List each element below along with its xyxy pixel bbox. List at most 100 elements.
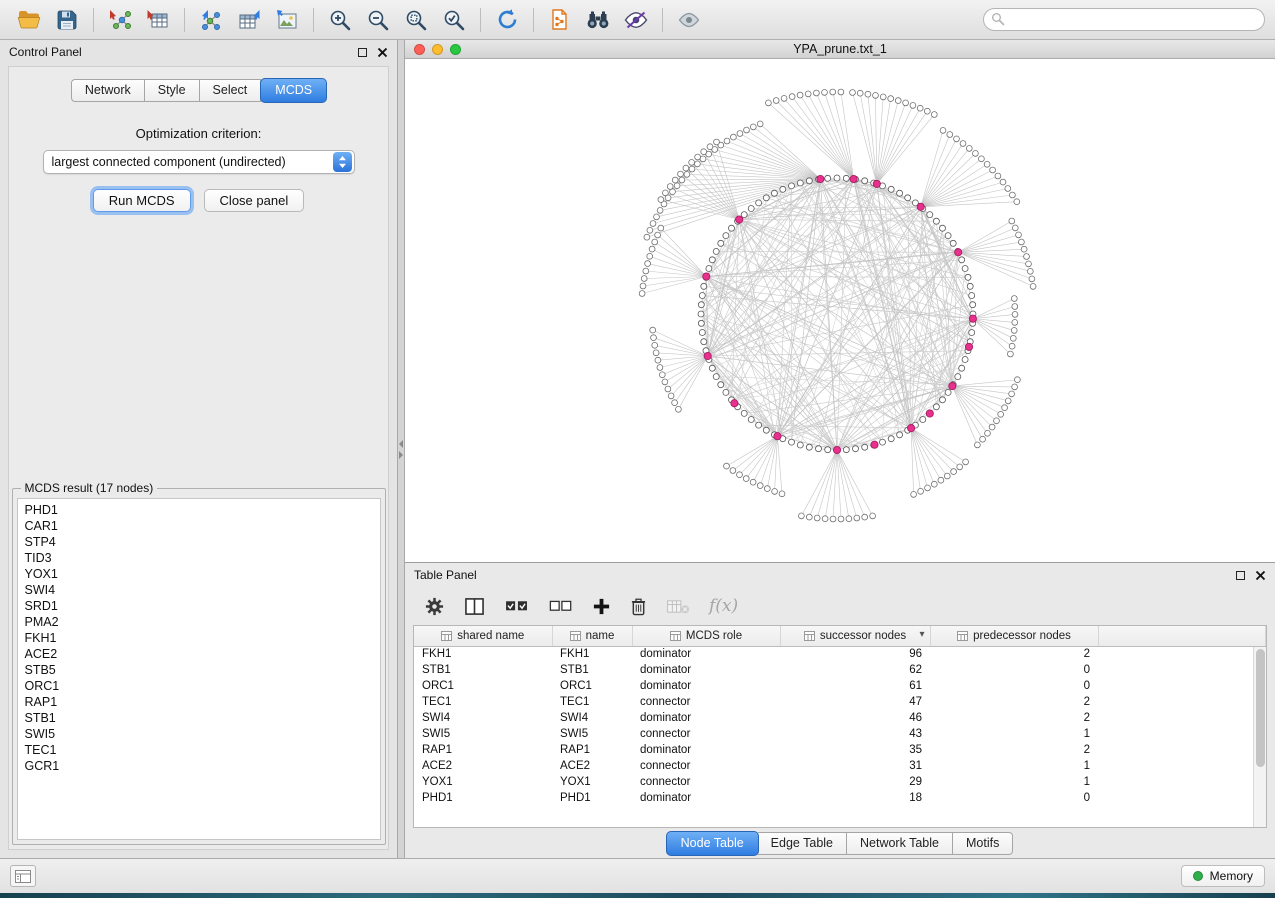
import-table-icon[interactable] (139, 4, 177, 36)
zoom-in-icon[interactable] (321, 4, 359, 36)
criterion-dropdown[interactable]: largest connected component (undirected) (43, 150, 355, 174)
delete-table-icon[interactable] (666, 598, 690, 615)
show-panels-icon[interactable] (10, 865, 36, 887)
expand-right-icon[interactable] (399, 451, 403, 459)
window-maximize-icon[interactable] (450, 44, 461, 55)
column-header-predecessor-nodes[interactable]: predecessor nodes (930, 626, 1098, 646)
column-header-shared-name[interactable]: shared name (414, 626, 552, 646)
hide-elements-icon[interactable] (617, 4, 655, 36)
right-column: YPA_prune.txt_1 Table Panel (405, 40, 1275, 858)
collapse-left-icon[interactable] (399, 440, 403, 448)
mcds-result-item[interactable]: SRD1 (18, 598, 380, 614)
save-icon[interactable] (48, 4, 86, 36)
mcds-result-item[interactable]: STB1 (18, 710, 380, 726)
table-column-icon (804, 631, 815, 641)
import-network-icon[interactable] (101, 4, 139, 36)
mcds-result-item[interactable]: ORC1 (18, 678, 380, 694)
column-header-MCDS-role[interactable]: MCDS role (632, 626, 780, 646)
table-row[interactable]: YOX1YOX1connector291 (414, 774, 1266, 790)
mcds-result-item[interactable]: GCR1 (18, 758, 380, 774)
zoom-out-icon[interactable] (359, 4, 397, 36)
table-row[interactable]: PHD1PHD1dominator180 (414, 790, 1266, 806)
table-row[interactable]: SWI5SWI5connector431 (414, 726, 1266, 742)
panel-splitter[interactable] (398, 40, 405, 858)
table-row[interactable]: FKH1FKH1dominator962 (414, 646, 1266, 662)
tab-style[interactable]: Style (145, 79, 200, 102)
table-tab-network-table[interactable]: Network Table (847, 832, 953, 855)
mcds-result-item[interactable]: SWI4 (18, 582, 380, 598)
table-column-icon (957, 631, 968, 641)
export-image-icon[interactable] (268, 4, 306, 36)
add-column-icon[interactable] (592, 597, 611, 616)
main-area: Control Panel NetworkStyleSelectMCDS Opt… (0, 40, 1275, 858)
tab-select[interactable]: Select (200, 79, 262, 102)
mcds-result-item[interactable]: TID3 (18, 550, 380, 566)
mcds-result-item[interactable]: TEC1 (18, 742, 380, 758)
window-close-icon[interactable] (414, 44, 425, 55)
zoom-fit-icon[interactable] (397, 4, 435, 36)
table-scrollbar-thumb[interactable] (1256, 649, 1265, 767)
mcds-result-item[interactable]: ACE2 (18, 646, 380, 662)
control-panel-title: Control Panel (9, 45, 82, 59)
mcds-result-item[interactable]: FKH1 (18, 630, 380, 646)
mcds-result-item[interactable]: PHD1 (18, 502, 380, 518)
status-bar: Memory (0, 858, 1275, 893)
mcds-result-list[interactable]: PHD1CAR1STP4TID3YOX1SWI4SRD1PMA2FKH1ACE2… (17, 498, 381, 840)
toolbar-separator (93, 8, 94, 32)
float-panel-icon[interactable] (1236, 571, 1245, 580)
mcds-result-item[interactable]: YOX1 (18, 566, 380, 582)
float-panel-icon[interactable] (358, 48, 367, 57)
table-row[interactable]: RAP1RAP1dominator352 (414, 742, 1266, 758)
refresh-layout-icon[interactable] (488, 4, 526, 36)
mcds-result-item[interactable]: STB5 (18, 662, 380, 678)
table-scrollbar[interactable] (1253, 647, 1266, 827)
toolbar-separator (533, 8, 534, 32)
search-input[interactable] (983, 8, 1265, 31)
table-row[interactable]: ACE2ACE2connector311 (414, 758, 1266, 774)
show-columns-icon[interactable] (464, 597, 485, 616)
window-minimize-icon[interactable] (432, 44, 443, 55)
unselect-all-icon[interactable] (549, 598, 573, 615)
column-header-filler (1098, 626, 1266, 646)
table-tab-node-table[interactable]: Node Table (666, 831, 759, 856)
table-row[interactable]: ORC1ORC1dominator610 (414, 678, 1266, 694)
new-network-icon[interactable] (192, 4, 230, 36)
run-mcds-button[interactable]: Run MCDS (93, 189, 191, 212)
copy-network-icon[interactable] (541, 4, 579, 36)
sort-descending-icon[interactable]: ▾ (919, 629, 924, 640)
tab-mcds[interactable]: MCDS (260, 78, 327, 103)
binoculars-icon[interactable] (579, 4, 617, 36)
memory-button-label: Memory (1210, 869, 1253, 883)
table-row[interactable]: STB1STB1dominator620 (414, 662, 1266, 678)
table-tab-motifs[interactable]: Motifs (953, 832, 1013, 855)
export-table-icon[interactable] (230, 4, 268, 36)
function-builder-button[interactable]: f(x) (709, 596, 738, 616)
close-panel-icon[interactable] (377, 47, 388, 58)
zoom-selected-icon[interactable] (435, 4, 473, 36)
network-graph[interactable] (405, 59, 1275, 562)
mcds-result-item[interactable]: STP4 (18, 534, 380, 550)
close-panel-button[interactable]: Close panel (204, 189, 305, 212)
column-header-successor-nodes[interactable]: successor nodes▾ (780, 626, 930, 646)
gear-icon[interactable] (424, 596, 445, 617)
select-all-icon[interactable] (504, 597, 530, 616)
control-panel-body: NetworkStyleSelectMCDS Optimization crit… (8, 66, 389, 850)
close-panel-icon[interactable] (1255, 570, 1266, 581)
preview-icon[interactable] (670, 4, 708, 36)
memory-button[interactable]: Memory (1181, 865, 1265, 887)
mcds-result-item[interactable]: SWI5 (18, 726, 380, 742)
table-row[interactable]: SWI4SWI4dominator462 (414, 710, 1266, 726)
table-tab-edge-table[interactable]: Edge Table (758, 832, 847, 855)
mcds-result-item[interactable]: PMA2 (18, 614, 380, 630)
mcds-result-item[interactable]: RAP1 (18, 694, 380, 710)
network-canvas[interactable] (405, 59, 1275, 562)
open-file-icon[interactable] (10, 4, 48, 36)
tab-network[interactable]: Network (71, 79, 145, 102)
table-column-icon (670, 631, 681, 641)
delete-column-icon[interactable] (630, 597, 647, 616)
criterion-dropdown-value: largest connected component (undirected) (44, 155, 331, 169)
column-header-name[interactable]: name (552, 626, 632, 646)
node-table-container: shared namenameMCDS rolesuccessor nodes▾… (413, 625, 1267, 828)
table-row[interactable]: TEC1TEC1connector472 (414, 694, 1266, 710)
mcds-result-item[interactable]: CAR1 (18, 518, 380, 534)
